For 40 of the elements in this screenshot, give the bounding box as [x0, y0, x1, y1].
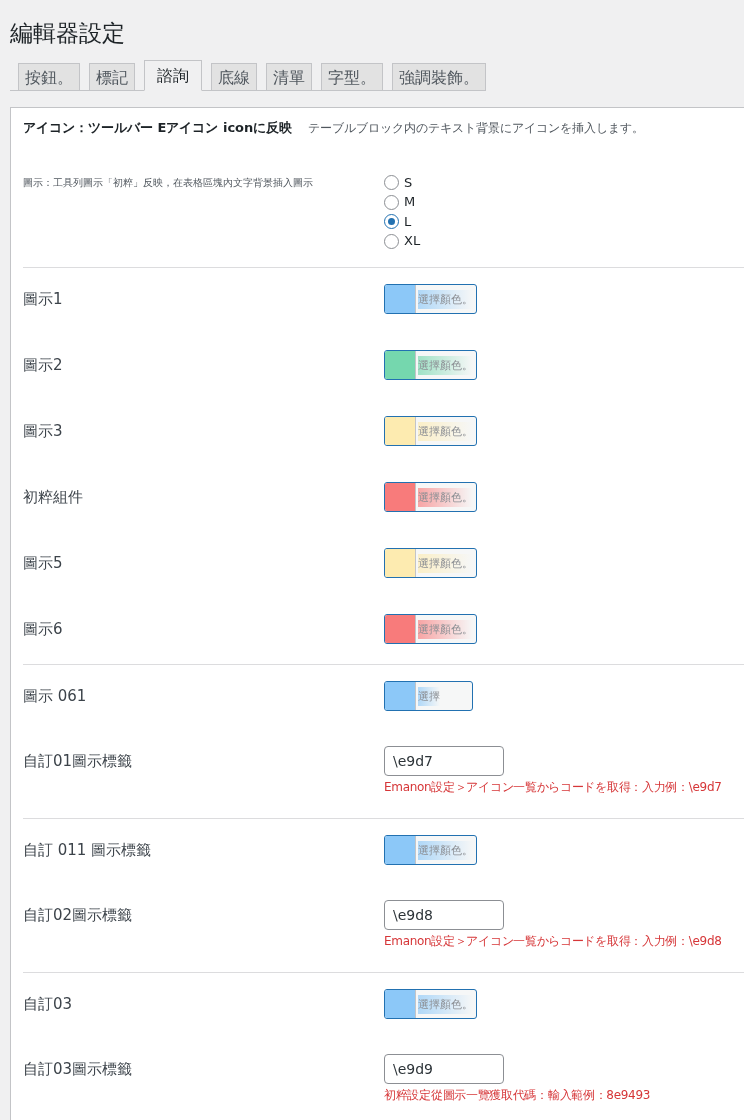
section-heading: アイコン：ツールバー Eアイコン iconに反映: [23, 119, 293, 137]
setting-label: 圖示2: [23, 355, 63, 376]
setting-label: 圖示6: [23, 619, 63, 640]
color-picker-button[interactable]: 選擇: [384, 681, 473, 711]
tab[interactable]: 按鈕。: [18, 63, 80, 91]
tab[interactable]: 諮詢: [144, 60, 202, 91]
color-picker-button[interactable]: 選擇顏色。: [384, 416, 477, 446]
radio-label[interactable]: L: [404, 213, 412, 230]
setting-label: 圖示5: [23, 553, 63, 574]
hint-text: Emanon設定＞アイコン一覧からコードを取得：入力例：\e9d8: [384, 933, 722, 950]
tab[interactable]: 強調裝飾。: [392, 63, 486, 91]
tab[interactable]: 標記: [89, 63, 135, 91]
section-description: テーブルブロック内のテキスト背景にアイコンを挿入します。: [308, 120, 645, 137]
radio-button[interactable]: [384, 233, 399, 249]
radio-button[interactable]: [384, 175, 399, 191]
setting-description: 圖示：工具列圖示「初粹」反映，在表格區塊內文字背景插入圖示: [23, 176, 313, 190]
setting-label: 自訂 011 圖示標籤: [23, 840, 152, 861]
icon-code-field[interactable]: \e9d9: [384, 1054, 504, 1084]
radio-button[interactable]: [384, 194, 399, 210]
setting-label: 初粹組件: [23, 487, 83, 508]
radio-button[interactable]: [384, 214, 399, 230]
icon-code-field[interactable]: \e9d8: [384, 900, 504, 930]
setting-label: 圖示3: [23, 421, 63, 442]
radio-label[interactable]: M: [404, 194, 416, 211]
setting-label: 自訂01圖示標籤: [23, 751, 133, 772]
tab[interactable]: 字型。: [321, 63, 383, 91]
tab[interactable]: 底線: [211, 63, 257, 91]
setting-label: 圖示 061: [23, 686, 87, 707]
setting-label: 圖示1: [23, 289, 63, 310]
hint-text: Emanon設定＞アイコン一覧からコードを取得：入力例：\e9d7: [384, 779, 722, 796]
icon-code-field[interactable]: \e9d7: [384, 746, 504, 776]
hint-text: 初粹設定從圖示一覽獲取代碼：輸入範例：8e9493: [384, 1087, 651, 1104]
tab[interactable]: 清單: [266, 63, 312, 91]
setting-label: 自訂02圖示標籤: [23, 905, 133, 926]
radio-label[interactable]: XL: [404, 233, 421, 250]
setting-label: 自訂03圖示標籤: [23, 1059, 133, 1080]
radio-label[interactable]: S: [404, 174, 413, 191]
page-title: 編輯器設定: [10, 19, 125, 48]
color-picker-button[interactable]: 選擇顏色。: [384, 548, 477, 578]
setting-label: 自訂03: [23, 994, 73, 1015]
